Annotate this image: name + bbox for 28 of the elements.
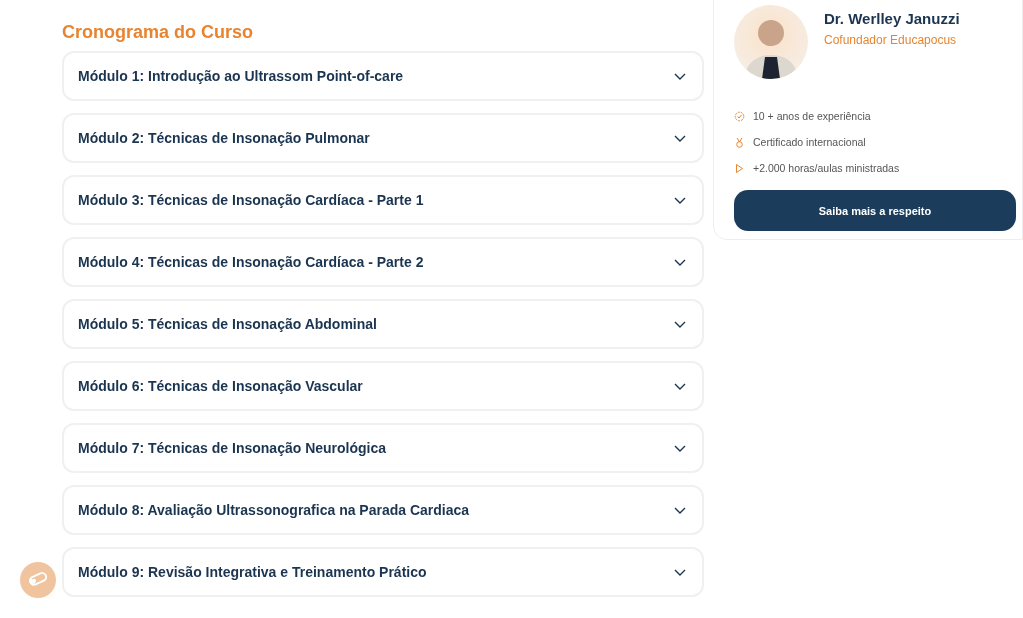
- chevron-down-icon: [674, 196, 686, 204]
- chevron-down-icon: [674, 506, 686, 514]
- module-accordion-header[interactable]: Módulo 1: Introdução ao Ultrassom Point-of-care: [62, 51, 704, 101]
- chevron-down-icon: [674, 568, 686, 576]
- instructor-name: Dr. Werlley Januzzi: [824, 9, 960, 29]
- chevron-down-icon: [674, 72, 686, 80]
- chevron-down-icon: [674, 134, 686, 142]
- module-accordion-header[interactable]: Módulo 3: Técnicas de Insonação Cardíaca - Parte 1: [62, 175, 704, 225]
- module-accordion-header[interactable]: Módulo 5: Técnicas de Insonação Abdominal: [62, 299, 704, 349]
- module-accordion-header[interactable]: Módulo 9: Revisão Integrativa e Treinamento Prático: [62, 547, 704, 597]
- instructor-role: Cofundador Educapocus: [824, 31, 958, 49]
- section-title: Cronograma do Curso: [62, 21, 254, 44]
- feature-text: Certificado internacional: [753, 134, 866, 150]
- feature-text: 10 + anos de experiência: [753, 109, 871, 124]
- medal-icon: [734, 137, 745, 149]
- learn-more-button[interactable]: Saiba mais a respeito: [734, 190, 1016, 232]
- chevron-down-icon: [674, 382, 686, 390]
- chevron-down-icon: [674, 444, 686, 452]
- feature-text: +2.000 horas/aulas ministradas: [753, 160, 900, 176]
- module-accordion-header[interactable]: Módulo 4: Técnicas de Insonação Cardíaca - Parte 2: [62, 237, 704, 287]
- module-accordion-header[interactable]: Módulo 2: Técnicas de Insonação Pulmonar: [62, 113, 704, 163]
- play-icon: [734, 162, 745, 174]
- module-accordion-header[interactable]: Módulo 6: Técnicas de Insonação Vascular: [62, 361, 704, 411]
- chevron-down-icon: [674, 320, 686, 328]
- chevron-down-icon: [674, 258, 686, 266]
- clock-badge-icon: [734, 111, 745, 123]
- module-accordion-header[interactable]: Módulo 7: Técnicas de Insonação Neurológica: [62, 423, 704, 473]
- module-accordion-header[interactable]: Módulo 8: Avaliação Ultrassonografica na Parada Cardiaca: [62, 485, 704, 535]
